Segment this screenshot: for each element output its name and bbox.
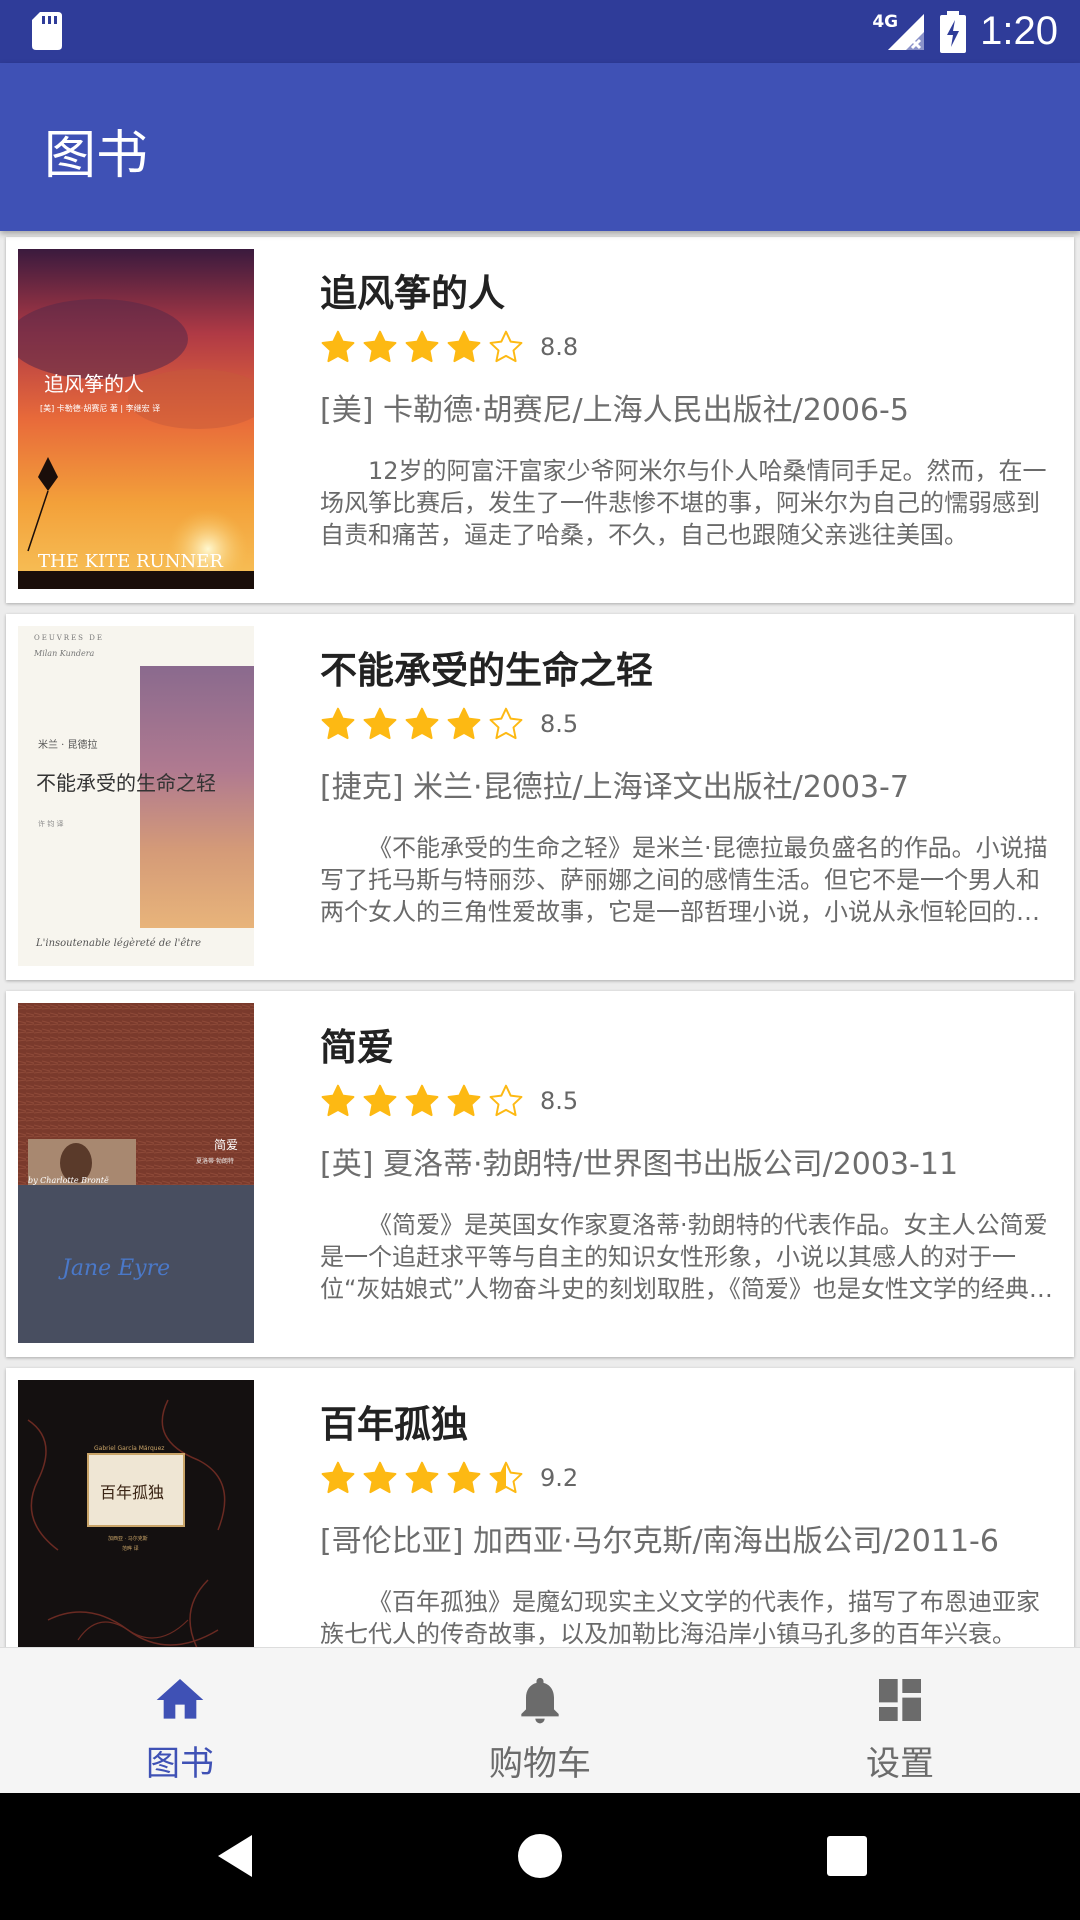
book-cover-image: OEUVRES DE Milan Kundera 米兰 · 昆德拉 不能承受的生…	[18, 626, 254, 966]
bell-icon	[521, 1677, 559, 1724]
star-half-icon	[489, 1461, 523, 1494]
rating-row: 8.5	[320, 706, 578, 742]
network-type-label: 4G	[872, 11, 899, 32]
star-full-icon	[405, 1461, 439, 1494]
star-full-icon	[447, 330, 481, 363]
sd-card-icon	[32, 12, 62, 50]
home-circle-icon[interactable]	[515, 1831, 565, 1881]
rating-score: 9.2	[540, 1464, 579, 1492]
star-full-icon	[363, 330, 397, 363]
star-full-icon	[321, 707, 355, 740]
rating-row: 8.5	[320, 1083, 578, 1119]
book-meta: [美] 卡勒德·胡赛尼/上海人民出版社/2006-5	[320, 393, 909, 428]
book-meta: [英] 夏洛蒂·勃朗特/世界图书出版公司/2003-11	[320, 1147, 959, 1182]
book-title: 不能承受的生命之轻	[320, 649, 653, 692]
cover-title: 百年孤独	[100, 1483, 164, 1502]
book-description: 《不能承受的生命之轻》是米兰·昆德拉最负盛名的作品。小说描写了托马斯与特丽莎、萨…	[320, 834, 1048, 926]
nav-label: 图书	[146, 1744, 214, 1784]
rating-score: 8.8	[540, 333, 579, 361]
book-title: 简爱	[320, 1026, 394, 1069]
cover-author-cn: 加西亚 · 马尔克斯	[108, 1535, 148, 1542]
rating-stars	[320, 1460, 524, 1496]
book-description: 《百年孤独》是魔幻现实主义文学的代表作，描写了布恩迪亚家族七代人的传奇故事，以及…	[320, 1588, 1040, 1647]
star-full-icon	[405, 1084, 439, 1117]
cover-top: OEUVRES DE	[34, 634, 104, 642]
cover-title: 简爱	[214, 1138, 238, 1152]
book-description: 《简爱》是英国女作家夏洛蒂·勃朗特的代表作品。女主人公简爱是一个追赶求平等与自主…	[320, 1211, 1053, 1303]
book-card[interactable]: 追风筝的人 [美] 卡勒德·胡赛尼 著 | 李继宏 译 THE KITE RUN…	[6, 237, 1074, 603]
rating-row: 9.2	[320, 1460, 578, 1496]
star-empty-icon	[489, 330, 523, 363]
star-full-icon	[363, 707, 397, 740]
status-bar: 4G 1:20	[0, 0, 1080, 63]
star-full-icon	[321, 1084, 355, 1117]
book-description: 12岁的阿富汗富家少爷阿米尔与仆人哈桑情同手足。然而，在一场风筝比赛后，发生了一…	[320, 457, 1047, 549]
cover-author-en: Milan Kundera	[33, 649, 95, 658]
star-full-icon	[363, 1461, 397, 1494]
back-icon[interactable]	[210, 1831, 260, 1881]
cover-translator: 许 钧 译	[38, 819, 63, 828]
book-title: 追风筝的人	[320, 272, 505, 315]
star-full-icon	[321, 1461, 355, 1494]
cover-author: [美] 卡勒德·胡赛尼 著 | 李继宏 译	[40, 403, 160, 413]
cover-subtitle: THE KITE RUNNER	[38, 551, 223, 572]
book-meta: [捷克] 米兰·昆德拉/上海译文出版社/2003-7	[320, 770, 909, 805]
cover-author-cn: 米兰 · 昆德拉	[38, 738, 98, 751]
star-full-icon	[405, 330, 439, 363]
cover-title: 不能承受的生命之轻	[36, 771, 216, 795]
rating-score: 8.5	[540, 710, 579, 738]
cover-author-cn: 夏洛蒂·勃朗特	[196, 1157, 234, 1165]
star-full-icon	[405, 707, 439, 740]
app-bar: 图书	[0, 63, 1080, 231]
book-list[interactable]: 追风筝的人 [美] 卡勒德·胡赛尼 著 | 李继宏 译 THE KITE RUN…	[0, 231, 1080, 1647]
cover-subtitle: Jane Eyre	[58, 1256, 170, 1281]
star-full-icon	[321, 330, 355, 363]
rating-row: 8.8	[320, 329, 578, 365]
dashboard-icon	[879, 1679, 921, 1721]
book-card[interactable]: OEUVRES DE Milan Kundera 米兰 · 昆德拉 不能承受的生…	[6, 614, 1074, 980]
page-title: 图书	[44, 126, 149, 186]
book-title: 百年孤独	[320, 1403, 468, 1446]
nav-item-books[interactable]: 图书	[0, 1648, 360, 1793]
battery-charging-icon	[940, 10, 967, 53]
book-card[interactable]: 简爱 夏洛蒂·勃朗特 by Charlotte Brontë Jane Eyre…	[6, 991, 1074, 1357]
cover-author-en: Gabriel García Márquez	[94, 1445, 164, 1452]
book-card[interactable]: Gabriel García Márquez 百年孤独 加西亚 · 马尔克斯 范…	[6, 1368, 1074, 1647]
rating-stars	[320, 329, 524, 365]
star-full-icon	[447, 707, 481, 740]
cover-subtitle: L'insoutenable légèreté de l'être	[35, 938, 201, 949]
star-full-icon	[363, 1084, 397, 1117]
book-meta: [哥伦比亚] 加西亚·马尔克斯/南海出版公司/2011-6	[320, 1524, 999, 1559]
nav-item-settings[interactable]: 设置	[720, 1648, 1080, 1793]
cover-title: 追风筝的人	[44, 372, 144, 396]
book-cover-image: 追风筝的人 [美] 卡勒德·胡赛尼 著 | 李继宏 译 THE KITE RUN…	[18, 249, 254, 589]
rating-stars	[320, 1083, 524, 1119]
clock: 1:20	[980, 9, 1058, 53]
book-cover-image: 简爱 夏洛蒂·勃朗特 by Charlotte Brontë Jane Eyre	[18, 1003, 254, 1343]
star-full-icon	[447, 1084, 481, 1117]
cover-translator: 范晔 译	[122, 1545, 139, 1552]
nav-label: 购物车	[489, 1744, 591, 1784]
star-empty-icon	[489, 1084, 523, 1117]
rating-stars	[320, 706, 524, 742]
cover-author-en: by Charlotte Brontë	[28, 1176, 109, 1185]
recents-icon[interactable]	[822, 1831, 872, 1881]
star-full-icon	[447, 1461, 481, 1494]
book-cover-image: Gabriel García Márquez 百年孤独 加西亚 · 马尔克斯 范…	[18, 1380, 254, 1647]
nav-label: 设置	[866, 1744, 934, 1784]
bottom-navigation: 图书 购物车 设置	[0, 1647, 1080, 1793]
nav-item-cart[interactable]: 购物车	[360, 1648, 720, 1793]
system-navigation-bar	[0, 1793, 1080, 1920]
star-empty-icon	[489, 707, 523, 740]
rating-score: 8.5	[540, 1087, 579, 1115]
home-icon	[156, 1679, 204, 1719]
